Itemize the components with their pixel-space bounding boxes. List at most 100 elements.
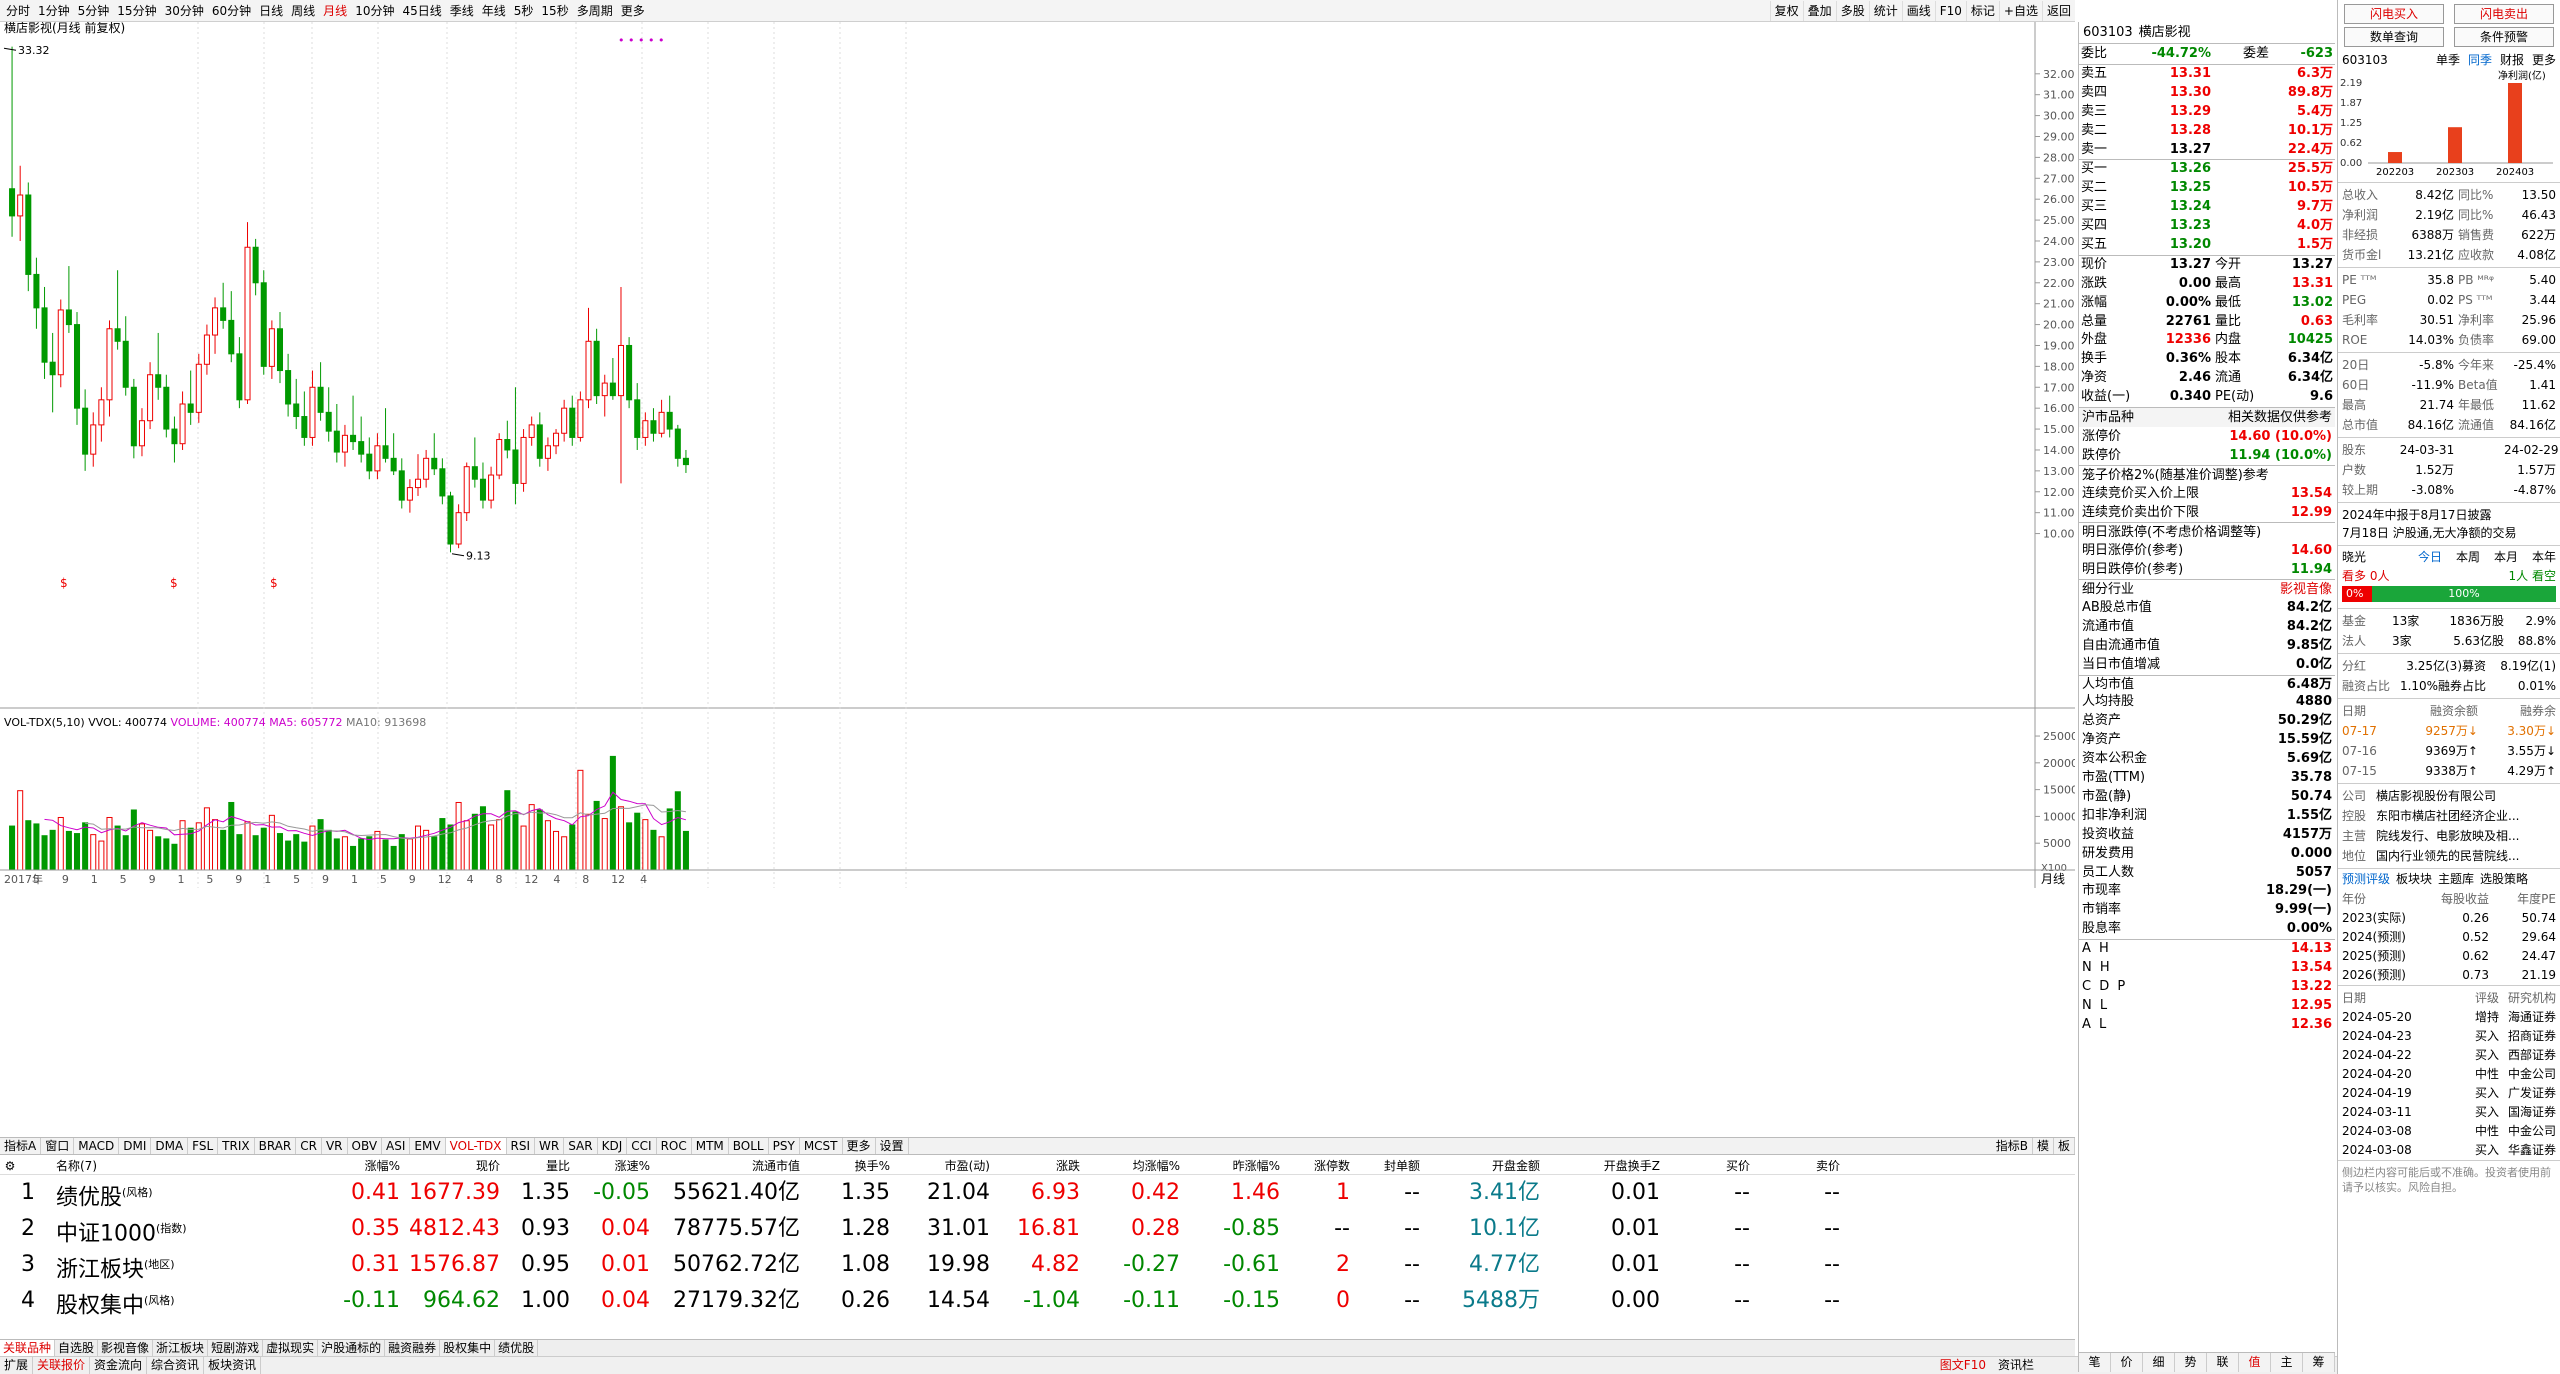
table-row[interactable]: 3 浙江板块(地区) 0.31 1576.87 0.95 0.01 50762.72亿 1.0… xyxy=(0,1247,2075,1283)
forecast-tab-0[interactable]: 预测评级 xyxy=(2342,869,2390,889)
bid-row-4[interactable]: 买五 13.20 1.5万 xyxy=(2079,236,2335,255)
panel-tab-5[interactable]: 值 xyxy=(2239,1353,2271,1372)
indicator-tab-9[interactable]: VR xyxy=(322,1138,348,1154)
panel-tab-0[interactable]: 笔 xyxy=(2079,1353,2111,1372)
panel-tab-6[interactable]: 主 xyxy=(2271,1353,2303,1372)
row-name[interactable]: 股权集中(风格) xyxy=(56,1283,320,1319)
col-header-2[interactable]: 现价 xyxy=(400,1157,500,1174)
indicator-tab-3[interactable]: DMI xyxy=(119,1138,152,1154)
indicator-tab-17[interactable]: KDJ xyxy=(598,1138,628,1154)
period-tab-2[interactable]: 5分钟 xyxy=(74,1,114,21)
indicator-tab-2[interactable]: MACD xyxy=(74,1138,120,1154)
forecast-tab-1[interactable]: 板块块 xyxy=(2396,869,2432,889)
col-header-3[interactable]: 量比 xyxy=(500,1157,570,1174)
indicator-tab-20[interactable]: MTM xyxy=(692,1138,729,1154)
indicator-tab-25[interactable]: 设置 xyxy=(876,1138,909,1154)
col-header-10[interactable]: 昨涨幅% xyxy=(1180,1157,1280,1174)
bid-row-0[interactable]: 买一 13.26 25.5万 xyxy=(2079,160,2335,179)
sector-tab-6[interactable]: 沪股通标的 xyxy=(318,1340,386,1356)
status-right-0[interactable]: 图文F10 xyxy=(1934,1357,1992,1374)
panel-tab-7[interactable]: 筹 xyxy=(2303,1353,2335,1372)
period-tab-8[interactable]: 月线 xyxy=(319,1,351,21)
ask-row-3[interactable]: 卖二 13.28 10.1万 xyxy=(2079,122,2335,141)
sector-tab-1[interactable]: 自选股 xyxy=(55,1340,99,1356)
ask-row-4[interactable]: 卖一 13.27 22.4万 xyxy=(2079,141,2335,160)
sector-tab-2[interactable]: 影视音像 xyxy=(98,1340,154,1356)
ask-row-1[interactable]: 卖四 13.30 89.8万 xyxy=(2079,84,2335,103)
f10-button-1-1[interactable]: 条件预警 xyxy=(2454,27,2554,47)
period-tab-3[interactable]: 15分钟 xyxy=(113,1,160,21)
company-value[interactable]: 国内行业领先的民营院线... xyxy=(2376,846,2519,866)
company-value[interactable]: 横店影视股份有限公司 xyxy=(2376,786,2496,806)
indicator-right-0[interactable]: 指标B xyxy=(1992,1138,2033,1154)
indicator-right-2[interactable]: 板 xyxy=(2054,1138,2075,1154)
settings-icon[interactable]: ⚙ xyxy=(0,1157,20,1174)
col-header-15[interactable]: 买价 xyxy=(1660,1157,1750,1174)
col-header-5[interactable]: 流通市值 xyxy=(650,1157,800,1174)
indicator-tab-16[interactable]: SAR xyxy=(564,1138,598,1154)
bid-row-2[interactable]: 买三 13.24 9.7万 xyxy=(2079,198,2335,217)
period-tab-11[interactable]: 季线 xyxy=(446,1,478,21)
col-header-9[interactable]: 均涨幅% xyxy=(1080,1157,1180,1174)
f10-tab-2[interactable]: 财报 xyxy=(2500,51,2524,69)
toolbar-btn-5[interactable]: F10 xyxy=(1934,0,1966,21)
period-tab-12[interactable]: 年线 xyxy=(478,1,510,21)
forecast-tab-3[interactable]: 选股策略 xyxy=(2480,869,2528,889)
period-tab-7[interactable]: 周线 xyxy=(287,1,319,21)
period-tab-5[interactable]: 60分钟 xyxy=(208,1,255,21)
industry-value[interactable]: 影视音像 xyxy=(2280,580,2332,599)
indicator-tab-22[interactable]: PSY xyxy=(769,1138,800,1154)
panel-tab-3[interactable]: 势 xyxy=(2175,1353,2207,1372)
status-right-1[interactable]: 资讯栏 xyxy=(1992,1357,2040,1374)
f10-button-1-0[interactable]: 数单查询 xyxy=(2344,27,2444,47)
f10-tab-1[interactable]: 同季 xyxy=(2468,51,2492,69)
kline-chart[interactable]: 横店影视(月线 前复权) 32.00 31.00 30.00 29.00 28.00 27.… xyxy=(0,20,2078,888)
forecast-tab-2[interactable]: 主题库 xyxy=(2438,869,2474,889)
indicator-tab-21[interactable]: BOLL xyxy=(729,1138,769,1154)
indicator-tab-7[interactable]: BRAR xyxy=(255,1138,297,1154)
indicator-tab-1[interactable]: 窗口 xyxy=(41,1138,75,1154)
col-header-7[interactable]: 市盈(动) xyxy=(890,1157,990,1174)
status-tab-2[interactable]: 资金流向 xyxy=(90,1357,148,1374)
indicator-tab-15[interactable]: WR xyxy=(535,1138,565,1154)
period-tab-0[interactable]: 分时 xyxy=(2,1,34,21)
col-header-1[interactable]: 涨幅% xyxy=(320,1157,400,1174)
ask-row-0[interactable]: 卖五 13.31 6.3万 xyxy=(2079,65,2335,84)
sector-tab-7[interactable]: 融资融券 xyxy=(385,1340,441,1356)
toolbar-btn-8[interactable]: 返回 xyxy=(2041,0,2075,21)
indicator-tab-12[interactable]: EMV xyxy=(410,1138,446,1154)
toolbar-btn-1[interactable]: 叠加 xyxy=(1802,0,1836,21)
notice-1[interactable]: 2024年中报于8月17日披露 xyxy=(2342,506,2556,524)
bid-row-1[interactable]: 买二 13.25 10.5万 xyxy=(2079,179,2335,198)
period-tab-14[interactable]: 15秒 xyxy=(537,1,572,21)
industry-row[interactable]: 细分行业 影视音像 xyxy=(2079,580,2335,599)
sector-tab-8[interactable]: 股权集中 xyxy=(440,1340,496,1356)
indicator-tab-23[interactable]: MCST xyxy=(800,1138,843,1154)
col-header-14[interactable]: 开盘换手Z xyxy=(1540,1157,1660,1174)
panel-tab-2[interactable]: 细 xyxy=(2143,1353,2175,1372)
status-tab-4[interactable]: 板块资讯 xyxy=(204,1357,262,1374)
sector-tab-9[interactable]: 绩优股 xyxy=(495,1340,539,1356)
indicator-tab-8[interactable]: CR xyxy=(296,1138,322,1154)
flow-tab-4[interactable]: 本年 xyxy=(2532,548,2556,566)
toolbar-btn-6[interactable]: 标记 xyxy=(1965,0,1999,21)
col-header-6[interactable]: 换手% xyxy=(800,1157,890,1174)
flow-tab-3[interactable]: 本月 xyxy=(2494,548,2518,566)
indicator-tab-6[interactable]: TRIX xyxy=(218,1138,255,1154)
flow-tab-1[interactable]: 今日 xyxy=(2418,548,2442,566)
table-row[interactable]: 1 绩优股(风格) 0.41 1677.39 1.35 -0.05 55621.40亿 1.3… xyxy=(0,1175,2075,1211)
company-value[interactable]: 东阳市横店社团经济企业... xyxy=(2376,806,2519,826)
f10-tab-3[interactable]: 更多 xyxy=(2532,51,2556,69)
indicator-tab-0[interactable]: 指标A xyxy=(0,1138,42,1154)
panel-tab-1[interactable]: 价 xyxy=(2111,1353,2143,1372)
period-tab-9[interactable]: 10分钟 xyxy=(351,1,398,21)
toolbar-btn-2[interactable]: 多股 xyxy=(1835,0,1869,21)
period-tab-10[interactable]: 45日线 xyxy=(398,1,445,21)
period-tab-6[interactable]: 日线 xyxy=(255,1,287,21)
status-tab-1[interactable]: 关联报价 xyxy=(33,1357,91,1374)
toolbar-btn-0[interactable]: 复权 xyxy=(1769,0,1803,21)
col-header-12[interactable]: 封单额 xyxy=(1350,1157,1420,1174)
row-name[interactable]: 绩优股(风格) xyxy=(56,1175,320,1211)
ask-row-2[interactable]: 卖三 13.29 5.4万 xyxy=(2079,103,2335,122)
col-header-11[interactable]: 涨停数 xyxy=(1280,1157,1350,1174)
